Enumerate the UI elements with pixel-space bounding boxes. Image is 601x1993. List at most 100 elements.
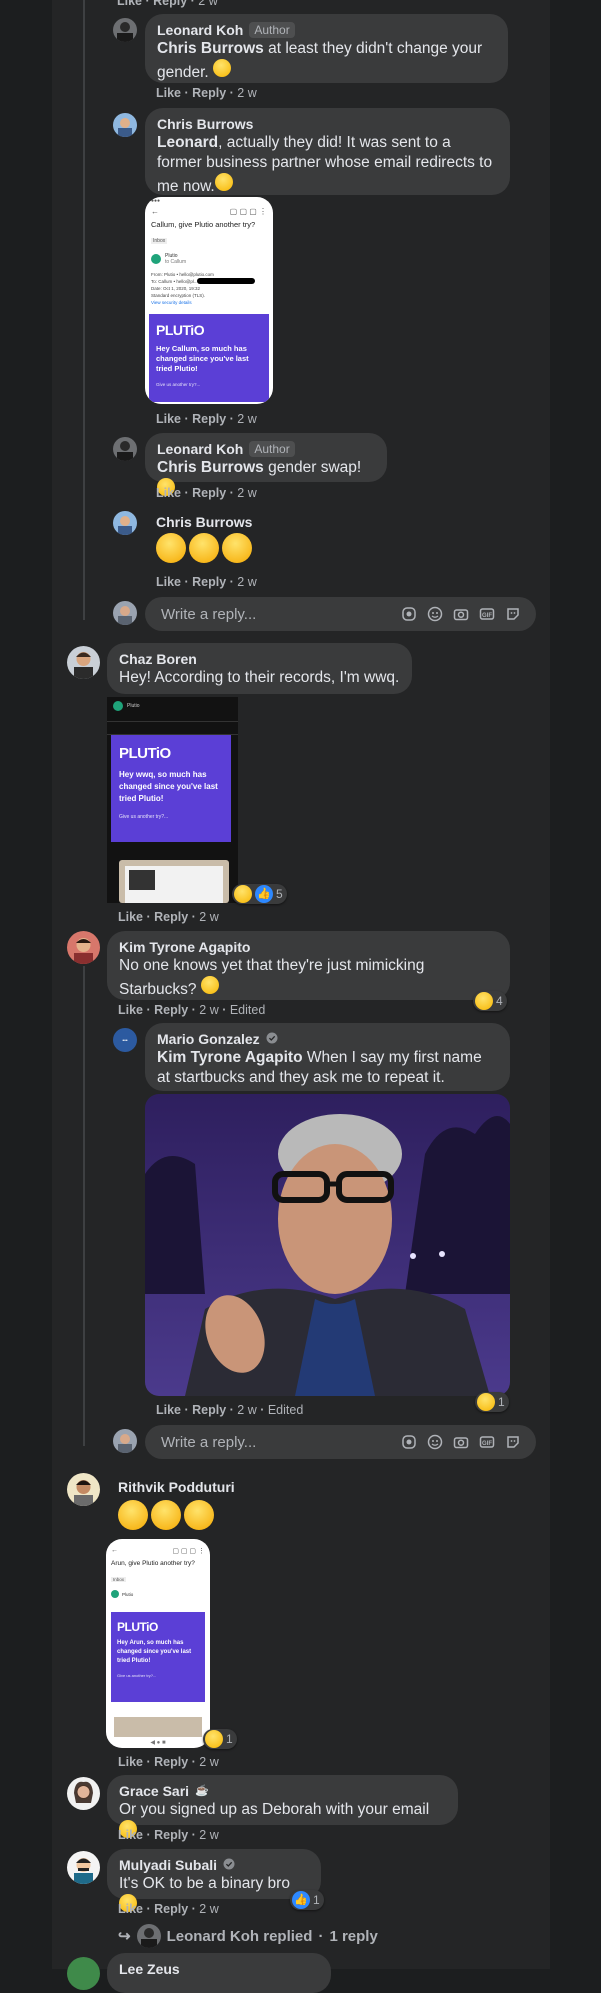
comment-actions: Like · Reply · 2 w bbox=[118, 910, 219, 924]
view-replies-link[interactable]: ↪ Leonard Koh replied · 1 reply bbox=[118, 1924, 378, 1948]
reaction-summary[interactable]: 1 bbox=[475, 1392, 509, 1412]
gif-image[interactable] bbox=[145, 1094, 510, 1396]
like-link[interactable]: Like bbox=[117, 0, 142, 8]
reply-box: GIF bbox=[145, 597, 536, 631]
sender-avatar-icon bbox=[113, 701, 123, 711]
tears-of-joy-emoji bbox=[118, 1500, 148, 1530]
reply-link[interactable]: Reply bbox=[154, 910, 188, 924]
rolling-laughing-emoji bbox=[222, 533, 252, 563]
avatar[interactable] bbox=[113, 511, 137, 535]
banner-cta: Give us another try?... bbox=[156, 382, 201, 387]
tears-of-joy-emoji bbox=[151, 1500, 181, 1530]
haha-reaction-icon bbox=[475, 992, 493, 1010]
avatar[interactable] bbox=[67, 1777, 100, 1810]
reaction-summary[interactable]: 👍 1 bbox=[290, 1890, 324, 1910]
email-details: From: Plutio • hello@plutio.com To: Call… bbox=[145, 265, 273, 306]
reply-link[interactable]: Reply bbox=[192, 486, 226, 500]
commenter-name[interactable]: Leonard Koh bbox=[157, 21, 243, 39]
gif-icon[interactable]: GIF bbox=[478, 605, 496, 623]
mention-tag[interactable]: Chris Burrows bbox=[157, 40, 264, 57]
reply-link[interactable]: Reply bbox=[192, 575, 226, 589]
camera-icon[interactable] bbox=[452, 1433, 470, 1451]
laughing-emoji bbox=[214, 173, 233, 191]
email-sender-row: Plutio bbox=[106, 1586, 210, 1598]
author-badge: Author bbox=[249, 441, 295, 457]
commenter-name[interactable]: Lee Zeus bbox=[119, 1960, 180, 1978]
commenter-name[interactable]: Chris Burrows bbox=[156, 513, 252, 531]
commenter-name[interactable]: Chaz Boren bbox=[119, 650, 197, 668]
avatar-sticker-icon[interactable] bbox=[400, 1433, 418, 1451]
reply-link[interactable]: Reply bbox=[154, 1755, 188, 1769]
like-link[interactable]: Like bbox=[118, 1755, 143, 1769]
comment-bubble: Mario Gonzalez Kim Tyrone Agapito When I… bbox=[145, 1023, 510, 1091]
reaction-summary[interactable]: 1 bbox=[203, 1729, 237, 1749]
commenter-name[interactable]: Kim Tyrone Agapito bbox=[119, 938, 250, 956]
avatar-sticker-icon[interactable] bbox=[400, 605, 418, 623]
redaction-mark bbox=[197, 278, 255, 284]
reply-link[interactable]: Reply bbox=[153, 0, 187, 8]
like-link[interactable]: Like bbox=[118, 1902, 143, 1916]
like-link[interactable]: Like bbox=[118, 1003, 143, 1017]
email-screenshot[interactable]: Plutio PLUTiO Hey wwq, so much has chang… bbox=[107, 697, 238, 903]
mention-tag[interactable]: Chris Burrows bbox=[157, 459, 264, 476]
reply-link[interactable]: Reply bbox=[192, 1403, 226, 1417]
commenter-name[interactable]: Chris Burrows bbox=[157, 115, 253, 133]
comment-actions: Like · Reply · 2 w bbox=[117, 0, 218, 8]
avatar[interactable] bbox=[67, 1473, 100, 1506]
reply-link[interactable]: Reply bbox=[154, 1902, 188, 1916]
reply-link[interactable]: Reply bbox=[154, 1003, 188, 1017]
email-sender-row: Plutio to Callum bbox=[145, 247, 273, 265]
comment-bubble: Mulyadi Subali It's OK to be a binary br… bbox=[107, 1849, 321, 1912]
avatar bbox=[136, 1924, 161, 1948]
emoji-icon[interactable] bbox=[426, 1433, 444, 1451]
banner-headline: Hey wwq, so much has changed since you'v… bbox=[119, 770, 218, 803]
comment-bubble: Leonard Koh Author Chris Burrows gender s… bbox=[145, 433, 387, 496]
avatar[interactable] bbox=[113, 18, 137, 42]
email-subject: Callum, give Plutio another try? bbox=[151, 220, 256, 229]
like-link[interactable]: Like bbox=[118, 910, 143, 924]
avatar[interactable]: ••• bbox=[113, 1028, 137, 1052]
mention-tag[interactable]: Kim Tyrone Agapito bbox=[157, 1049, 303, 1066]
sticker-icon[interactable] bbox=[504, 605, 522, 623]
like-link[interactable]: Like bbox=[118, 1828, 143, 1842]
commenter-name[interactable]: Grace Sari bbox=[119, 1782, 189, 1800]
commenter-name[interactable]: Mulyadi Subali bbox=[119, 1856, 217, 1874]
mention-tag[interactable]: Leonard bbox=[157, 134, 218, 151]
like-link[interactable]: Like bbox=[156, 575, 181, 589]
android-nav-icons: ◀ ● ■ bbox=[150, 1740, 166, 1746]
email-sender-row: Plutio bbox=[107, 697, 238, 715]
emoji-only-comment bbox=[156, 533, 255, 563]
sticker-icon[interactable] bbox=[504, 1433, 522, 1451]
reaction-summary[interactable]: 4 bbox=[473, 991, 507, 1011]
emoji-icon[interactable] bbox=[426, 605, 444, 623]
reply-link[interactable]: Reply bbox=[154, 1828, 188, 1842]
plutio-banner: PLUTiO Hey wwq, so much has changed sinc… bbox=[111, 735, 231, 842]
avatar[interactable] bbox=[67, 931, 100, 964]
email-screenshot[interactable]: ●●● ← ▢ ▢ ▢ ⋮ Callum, give Plutio another… bbox=[145, 197, 273, 404]
avatar[interactable] bbox=[113, 113, 137, 137]
like-link[interactable]: Like bbox=[156, 486, 181, 500]
reply-link[interactable]: Reply bbox=[192, 86, 226, 100]
like-link[interactable]: Like bbox=[156, 86, 181, 100]
comment-actions: Like · Reply · 2 w bbox=[156, 412, 257, 426]
reply-input[interactable] bbox=[159, 1432, 392, 1452]
commenter-name[interactable]: Mario Gonzalez bbox=[157, 1030, 260, 1048]
current-user-avatar bbox=[113, 1429, 137, 1453]
camera-icon[interactable] bbox=[452, 605, 470, 623]
gif-icon[interactable]: GIF bbox=[478, 1433, 496, 1451]
banner-headline: Hey Callum, so much has changed since yo… bbox=[156, 344, 249, 373]
comment-bubble: Lee Zeus bbox=[107, 1953, 331, 1993]
comment-bubble: Kim Tyrone Agapito No one knows yet that… bbox=[107, 931, 510, 1000]
like-link[interactable]: Like bbox=[156, 1403, 181, 1417]
avatar[interactable] bbox=[67, 646, 100, 679]
email-screenshot[interactable]: ← ▢ ▢ ▢ ⋮ Arun, give Plutio another try? … bbox=[106, 1539, 210, 1748]
commenter-name[interactable]: Leonard Koh bbox=[157, 440, 243, 458]
reaction-summary[interactable]: 👍 5 bbox=[232, 884, 287, 904]
avatar[interactable] bbox=[113, 437, 137, 461]
reply-input[interactable] bbox=[159, 604, 392, 624]
avatar[interactable] bbox=[67, 1851, 100, 1884]
commenter-name[interactable]: Rithvik Podduturi bbox=[118, 1478, 235, 1496]
like-link[interactable]: Like bbox=[156, 412, 181, 426]
reply-link[interactable]: Reply bbox=[192, 412, 226, 426]
avatar[interactable] bbox=[67, 1957, 100, 1990]
